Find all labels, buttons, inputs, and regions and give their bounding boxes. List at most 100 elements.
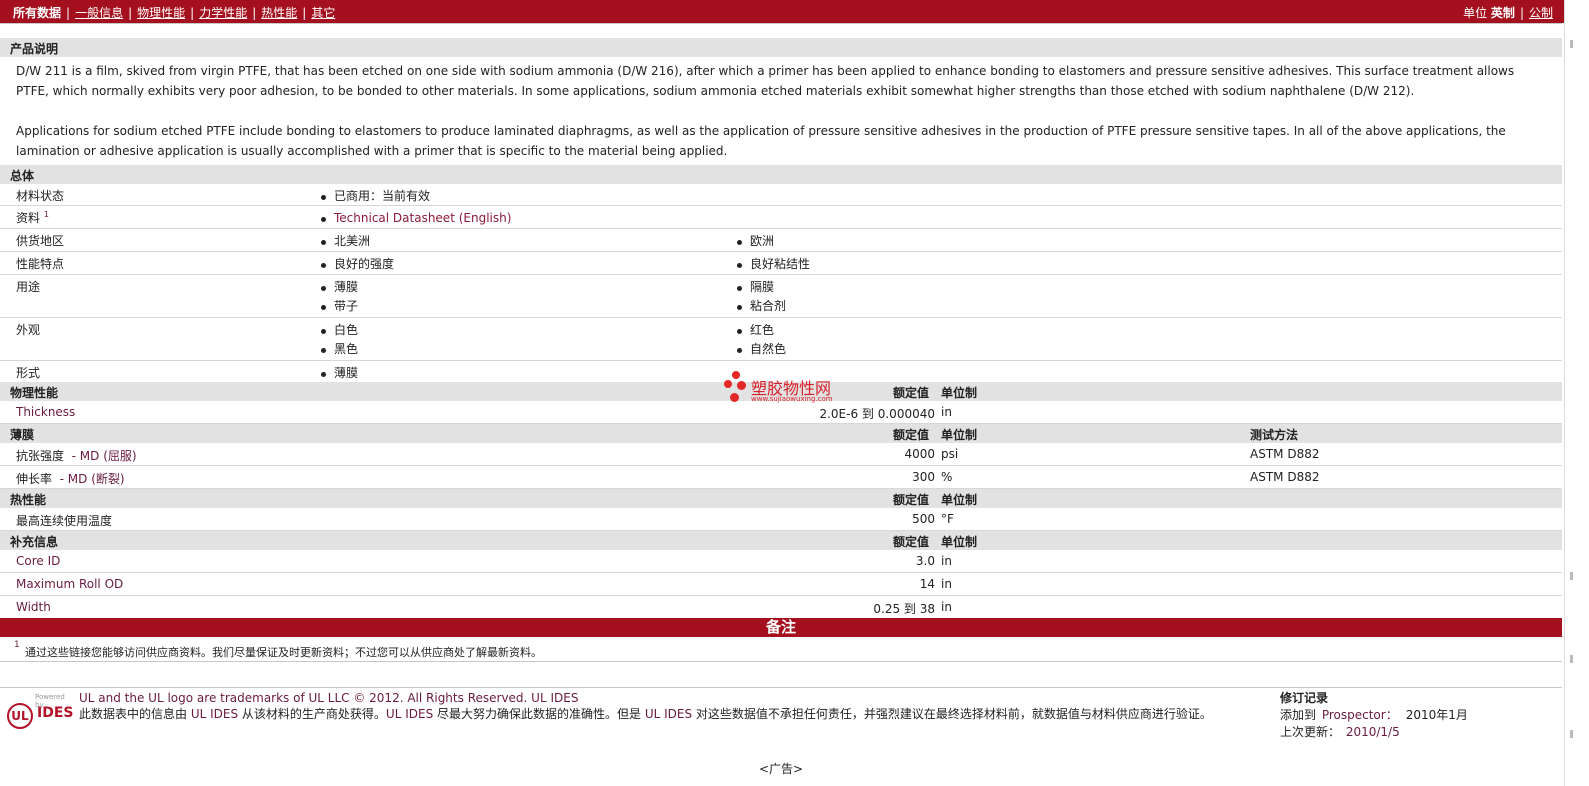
max-roll-od-value: 14 <box>919 577 935 591</box>
max-temp-value: 500 <box>912 512 935 526</box>
row-label: 外观 <box>16 323 41 337</box>
col-header-nominal: 额定值 <box>893 493 930 507</box>
ul-icon: UL <box>7 703 33 729</box>
max-roll-od-link[interactable]: Maximum Roll OD <box>16 577 123 591</box>
unit-english[interactable]: 英制 <box>1491 6 1515 20</box>
footnote-marker: 1 <box>43 210 49 219</box>
ul-ides-link[interactable]: UL IDES <box>645 707 692 721</box>
use-value: 隔膜 <box>736 278 786 297</box>
max-temp-unit: °F <box>941 512 954 526</box>
use-value: 粘合剂 <box>736 297 786 316</box>
appearance-value: 红色 <box>736 321 786 340</box>
tensile-md-link[interactable]: - MD (屈服) <box>72 449 137 463</box>
region-value: 北美洲 <box>320 232 370 251</box>
max-roll-od-unit: in <box>941 577 952 591</box>
row-max-continuous-temp: 最高连续使用温度 500 °F <box>0 508 1562 531</box>
unit-metric-link[interactable]: 公制 <box>1529 6 1553 20</box>
max-temp-label: 最高连续使用温度 <box>16 514 113 528</box>
col-header-nominal: 额定值 <box>893 428 930 442</box>
core-id-unit: in <box>941 554 952 568</box>
updated-label: 上次更新： <box>1280 725 1341 739</box>
notes-header: 备注 <box>0 618 1562 637</box>
nav-tabs: 所有数据 | 一般信息 | 物理性能 | 力学性能 | 热性能 | 其它 <box>13 6 336 20</box>
row-material-status: 材料状态 已商用：当前有效 <box>0 184 1562 206</box>
core-id-link[interactable]: Core ID <box>16 554 60 568</box>
width-unit: in <box>941 600 952 614</box>
col-header-unit: 单位制 <box>941 535 978 549</box>
tab-mechanical[interactable]: 力学性能 <box>199 6 247 20</box>
row-documents: 资料 1 Technical Datasheet (English) <box>0 206 1562 229</box>
row-core-id: Core ID 3.0 in <box>0 550 1562 573</box>
width-value: 0.25 到 38 <box>873 602 935 616</box>
ul-ides-logo[interactable]: Powered by UL IDES <box>7 693 74 731</box>
footnote-text: 通过这些链接您能够访问供应商资料。我们尽量保证及时更新资料；不过您可以从供应商处… <box>25 646 542 659</box>
tab-general[interactable]: 一般信息 <box>75 6 123 20</box>
section-title: 热性能 <box>10 493 47 507</box>
elongation-md-link[interactable]: - MD (断裂) <box>60 472 125 486</box>
row-width: Width 0.25 到 38 in <box>0 596 1562 618</box>
scrollbar[interactable] <box>1564 0 1589 786</box>
feature-value: 良好粘结性 <box>736 255 810 274</box>
row-features: 性能特点 良好的强度 良好粘结性 <box>0 252 1562 275</box>
section-description-header: 产品说明 <box>0 38 1562 57</box>
tab-all-data[interactable]: 所有数据 <box>13 6 61 20</box>
col-header-nominal: 额定值 <box>893 535 930 549</box>
description-paragraph: Applications for sodium etched PTFE incl… <box>16 124 1506 158</box>
watermark-logo: 塑胶物性网 www.sujiaowuxing.com <box>722 371 862 407</box>
prospector-link[interactable]: Prospector： <box>1322 708 1398 722</box>
watermark-url: www.sujiaowuxing.com <box>751 395 833 403</box>
ul-ides-link[interactable]: UL IDES <box>191 707 238 721</box>
ul-ides-link[interactable]: UL IDES <box>386 707 433 721</box>
row-label: 形式 <box>16 366 41 380</box>
region-value: 欧洲 <box>736 232 774 251</box>
elongation-unit: % <box>941 470 953 484</box>
updated-date: 2010/1/5 <box>1345 725 1400 739</box>
unit-switcher: 单位 英制 | 公制 <box>1463 6 1553 20</box>
row-label: 性能特点 <box>16 257 65 271</box>
col-header-unit: 单位制 <box>941 428 978 442</box>
row-elongation: 伸长率 - MD (断裂) 300 % ASTM D882 <box>0 466 1562 489</box>
footer: Powered by UL IDES UL and the UL logo ar… <box>0 687 1562 750</box>
appearance-value: 白色 <box>320 321 358 340</box>
use-value: 带子 <box>320 297 358 316</box>
row-label: 供货地区 <box>16 234 65 248</box>
datasheet: 产品说明 D/W 211 is a film, skived from virg… <box>0 23 1562 662</box>
thickness-link[interactable]: Thickness <box>16 405 75 419</box>
width-link[interactable]: Width <box>16 600 51 614</box>
tab-other[interactable]: 其它 <box>311 6 335 20</box>
appearance-value: 自然色 <box>736 340 786 359</box>
tensile-unit: psi <box>941 447 959 461</box>
section-supplemental-header: 补充信息 额定值 单位制 <box>0 531 1562 550</box>
feature-value: 良好的强度 <box>320 255 394 274</box>
elongation-value: 300 <box>912 470 935 484</box>
row-uses: 用途 薄膜 带子 隔膜 粘合剂 <box>0 275 1562 318</box>
row-label: 材料状态 <box>16 189 65 203</box>
section-title: 总体 <box>10 169 35 183</box>
thickness-unit: in <box>941 405 952 419</box>
status-value: 已商用：当前有效 <box>320 187 430 206</box>
tab-thermal[interactable]: 热性能 <box>261 6 297 20</box>
section-thermal-header: 热性能 额定值 单位制 <box>0 489 1562 508</box>
row-label: 资料 <box>16 211 41 225</box>
use-value: 薄膜 <box>320 278 358 297</box>
footnote: 1 通过这些链接您能够访问供应商资料。我们尽量保证及时更新资料；不过您可以从供应… <box>0 637 1562 662</box>
revision-title: 修订记录 <box>1280 691 1329 705</box>
added-date: 2010年1月 <box>1405 708 1468 722</box>
disclaimer-text: 此数据表中的信息由 UL IDES 从该材料的生产商处获得。UL IDES 尽最… <box>79 707 1212 721</box>
row-max-roll-od: Maximum Roll OD 14 in <box>0 573 1562 596</box>
ides-wordmark: IDES <box>37 705 74 721</box>
section-title: 物理性能 <box>10 386 59 400</box>
section-title: 薄膜 <box>10 428 35 442</box>
elongation-test-method: ASTM D882 <box>1250 470 1320 484</box>
col-header-test-method: 测试方法 <box>1250 428 1299 442</box>
row-appearance: 外观 白色 黑色 红色 自然色 <box>0 318 1562 361</box>
revision-history: 修订记录 添加到 Prospector： 2010年1月 上次更新： 2010/1… <box>1280 690 1468 741</box>
col-header-unit: 单位制 <box>941 386 978 400</box>
ad-placeholder: <广告> <box>758 762 804 776</box>
tab-physical[interactable]: 物理性能 <box>137 6 185 20</box>
description-paragraph: D/W 211 is a film, skived from virgin PT… <box>16 64 1515 98</box>
section-title: 产品说明 <box>10 42 59 56</box>
section-film-header: 薄膜 额定值 单位制 测试方法 <box>0 424 1562 443</box>
technical-datasheet-link[interactable]: Technical Datasheet (English) <box>334 211 511 225</box>
tensile-test-method: ASTM D882 <box>1250 447 1320 461</box>
